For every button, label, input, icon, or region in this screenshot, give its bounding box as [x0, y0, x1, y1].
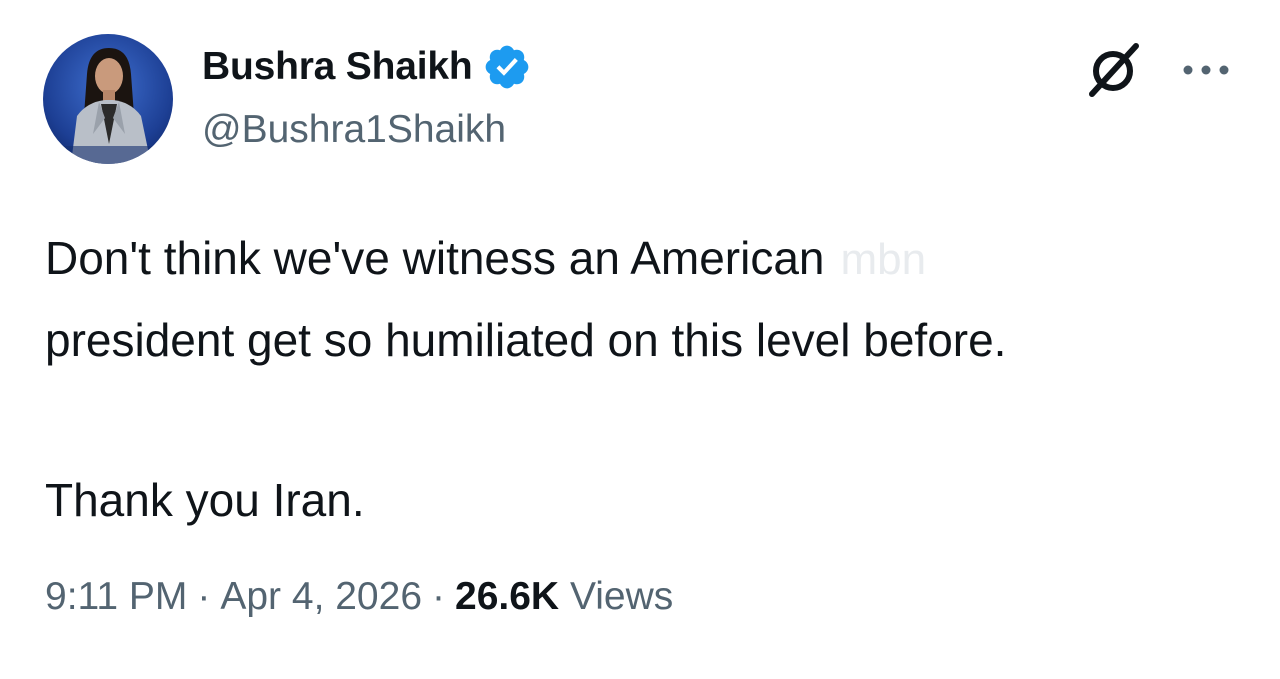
- views-label: Views: [569, 575, 674, 618]
- author-display-name[interactable]: Bushra Shaikh: [202, 45, 473, 89]
- tweet-meta: 9:11 PM · Apr 4, 2026 · 26.6K Views: [45, 575, 673, 619]
- tweet-line-3: Thank you Iran.: [45, 474, 365, 526]
- more-horizontal-icon[interactable]: [1176, 56, 1236, 84]
- tweet-line-2: president get so humiliated on this leve…: [45, 314, 1007, 366]
- tweet-time[interactable]: 9:11 PM: [45, 575, 187, 618]
- tweet-line-1-text: Don't think we've witness an American: [45, 232, 825, 284]
- profile-photo-icon: [43, 34, 173, 164]
- views-count[interactable]: 26.6K: [455, 575, 559, 618]
- tweet-date[interactable]: Apr 4, 2026: [220, 575, 422, 618]
- avatar[interactable]: [43, 34, 173, 164]
- tweet-line-1: Don't think we've witness an American mbn: [45, 218, 1245, 300]
- author-handle[interactable]: @Bushra1Shaikh: [202, 108, 506, 152]
- author-name-row: Bushra Shaikh: [202, 44, 532, 90]
- grok-slash-icon[interactable]: [1086, 42, 1142, 98]
- tweet-text: Don't think we've witness an American mbn…: [45, 218, 1245, 540]
- verified-badge-icon[interactable]: [482, 42, 532, 92]
- meta-separator: ·: [432, 575, 446, 618]
- meta-separator: ·: [197, 575, 211, 618]
- watermark-text: mbn: [840, 235, 927, 284]
- tweet-card: Bushra Shaikh @Bushra1Shaikh Don't think…: [0, 0, 1280, 679]
